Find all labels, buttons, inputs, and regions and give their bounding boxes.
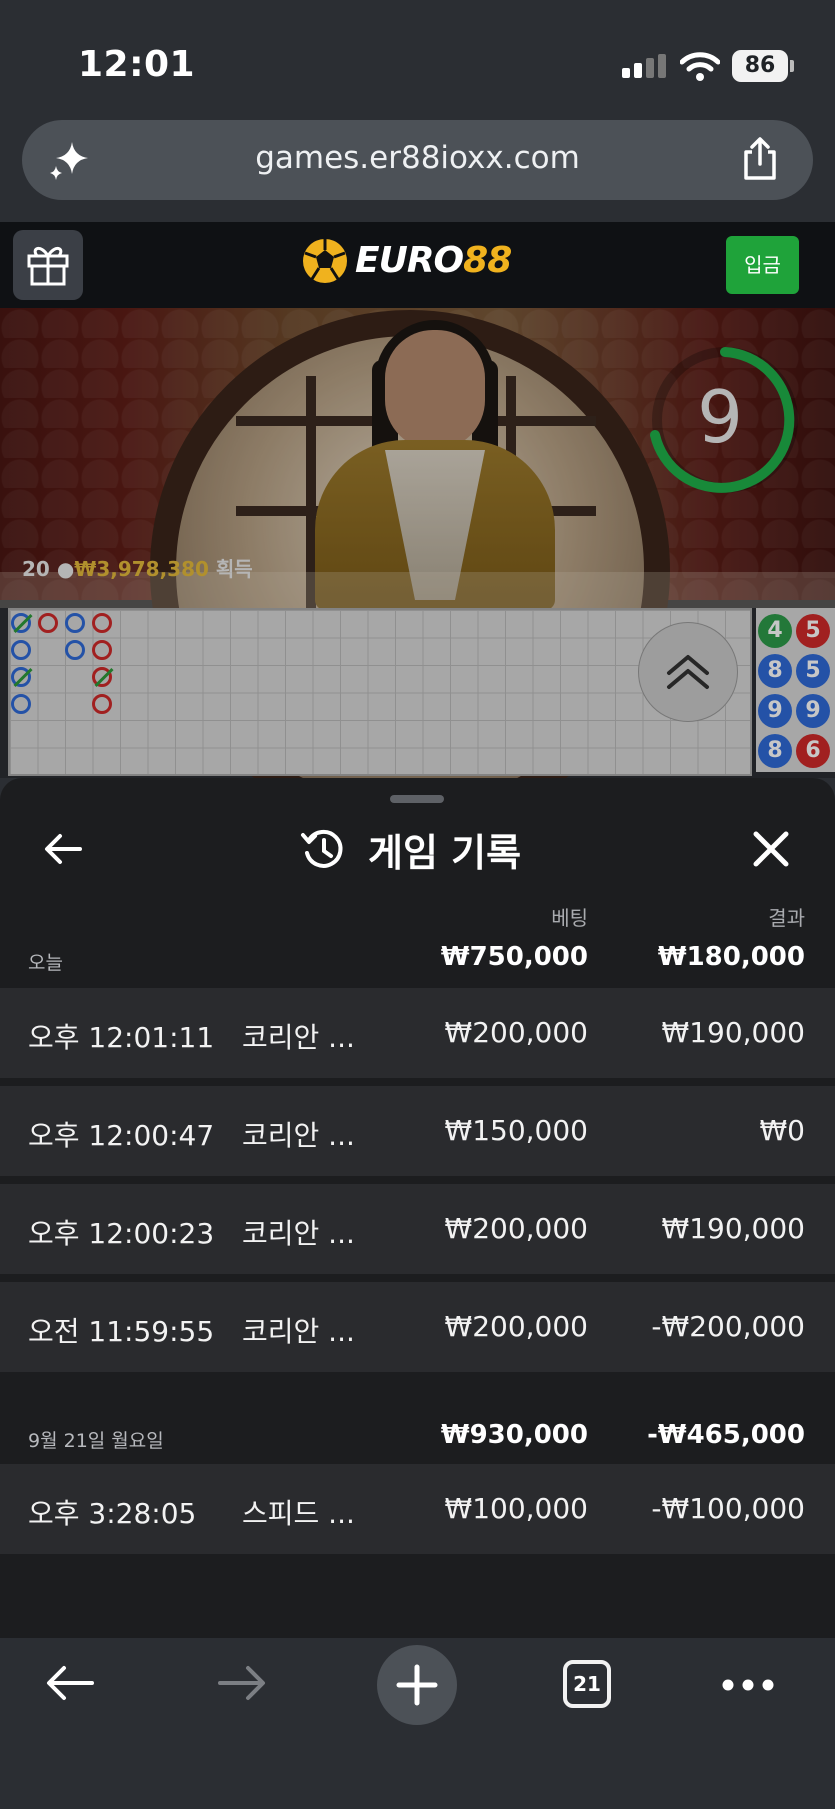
more-icon[interactable] (720, 1678, 776, 1692)
row-result: ₩190,000 (661, 1212, 805, 1245)
url-text[interactable]: games.er88ioxx.com (0, 140, 835, 176)
gift-icon (27, 247, 69, 286)
soccer-ball-icon (303, 239, 347, 283)
row-time: 오후 12:00:23 (28, 1217, 215, 1250)
group-result-total: ₩180,000 (657, 942, 805, 972)
gift-button[interactable] (13, 230, 83, 300)
row-game: 코리안 ... (242, 1021, 355, 1054)
overlay-scrim[interactable] (0, 308, 835, 778)
plus-icon (396, 1664, 438, 1706)
back-arrow-icon[interactable] (40, 826, 86, 872)
logo-text-88: 88 (463, 240, 512, 281)
column-header-bet: 베팅 (551, 906, 588, 930)
row-time: 오후 12:00:47 (28, 1119, 215, 1152)
row-result: ₩190,000 (661, 1016, 805, 1049)
share-icon[interactable] (740, 136, 780, 182)
group-bet-total: ₩750,000 (440, 942, 588, 972)
row-bet: ₩200,000 (444, 1016, 588, 1049)
battery-indicator: 86 (732, 50, 788, 82)
site-logo[interactable]: EURO88 (355, 240, 512, 281)
row-time: 오후 12:01:11 (28, 1021, 215, 1054)
close-icon[interactable] (748, 826, 794, 872)
row-game: 코리안 ... (242, 1315, 355, 1348)
column-header-result: 결과 (768, 906, 805, 930)
panel-title: 게임 기록 (368, 831, 522, 875)
group-bet-total: ₩930,000 (440, 1420, 588, 1450)
battery-nub (790, 60, 794, 72)
row-game: 코리안 ... (242, 1119, 355, 1152)
wifi-icon (680, 52, 720, 81)
status-time: 12:01 (78, 44, 196, 85)
history-row[interactable]: 오후 3:28:05 스피드 ... ₩100,000 -₩100,000 (0, 1464, 835, 1554)
row-result: ₩0 (759, 1114, 806, 1147)
history-row[interactable]: 오전 11:59:55 코리안 ... ₩200,000 -₩200,000 (0, 1282, 835, 1372)
tabs-button[interactable]: 21 (563, 1660, 611, 1708)
sheet-drag-handle[interactable] (390, 795, 444, 803)
cellular-signal-icon (622, 54, 666, 78)
row-time: 오후 3:28:05 (28, 1497, 197, 1530)
logo-text-euro: EURO (355, 240, 464, 281)
group-date: 오늘 (28, 952, 63, 974)
row-result: -₩100,000 (651, 1492, 805, 1525)
row-game: 스피드 ... (242, 1497, 355, 1530)
row-bet: ₩200,000 (444, 1310, 588, 1343)
row-time: 오전 11:59:55 (28, 1315, 215, 1348)
row-bet: ₩150,000 (444, 1114, 588, 1147)
deposit-button[interactable]: 입금 (726, 236, 799, 294)
back-arrow-icon[interactable] (44, 1660, 96, 1706)
row-result: -₩200,000 (651, 1310, 805, 1343)
row-bet: ₩200,000 (444, 1212, 588, 1245)
history-row[interactable]: 오후 12:00:23 코리안 ... ₩200,000 ₩190,000 (0, 1184, 835, 1274)
history-row[interactable]: 오후 12:01:11 코리안 ... ₩200,000 ₩190,000 (0, 988, 835, 1078)
history-icon (301, 829, 343, 868)
history-row[interactable]: 오후 12:00:47 코리안 ... ₩150,000 ₩0 (0, 1086, 835, 1176)
group-date: 9월 21일 월요일 (28, 1430, 164, 1452)
new-tab-button[interactable] (377, 1645, 457, 1725)
forward-arrow-icon[interactable] (216, 1660, 268, 1706)
row-bet: ₩100,000 (444, 1492, 588, 1525)
row-game: 코리안 ... (242, 1217, 355, 1250)
group-result-total: -₩465,000 (647, 1420, 805, 1450)
